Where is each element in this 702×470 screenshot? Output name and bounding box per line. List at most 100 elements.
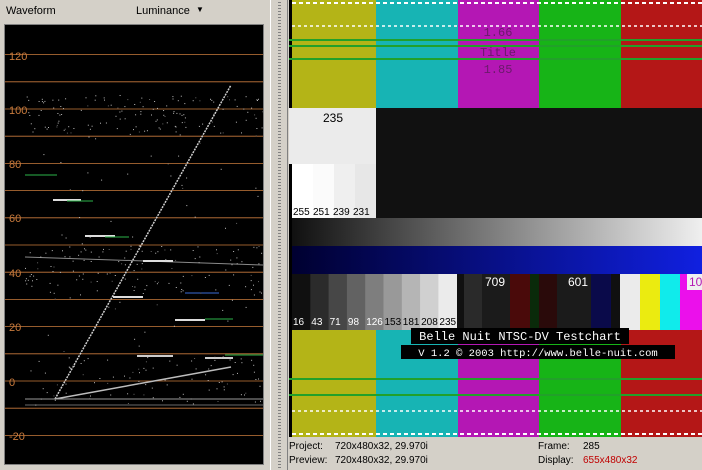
noise-dot [245, 286, 247, 288]
noise-dot [170, 175, 172, 177]
noise-dot [85, 249, 87, 251]
noise-dot [65, 392, 67, 394]
noise-dot [110, 394, 112, 396]
noise-dot [255, 379, 257, 380]
bar-red-top [621, 0, 702, 108]
chevron-down-icon[interactable]: ▼ [196, 5, 204, 14]
noise-dot [124, 106, 126, 108]
noise-dot [31, 285, 33, 287]
noise-dot [204, 277, 206, 278]
noise-dot [95, 138, 97, 140]
noise-dot [111, 280, 113, 282]
noise-dot [199, 100, 201, 102]
noise-dot [220, 132, 222, 134]
noise-dot [154, 101, 156, 102]
noise-dot [114, 308, 116, 310]
gray-step-label: 126 [366, 317, 383, 328]
noise-dot [132, 236, 134, 238]
noise-dot [177, 100, 179, 102]
bar-yellow-bottom [292, 330, 376, 437]
noise-dot [243, 108, 245, 110]
gray-ramp [292, 218, 702, 246]
noise-dot [44, 372, 46, 374]
noise-dot [114, 275, 116, 276]
noise-dot [202, 123, 204, 125]
noise-dot [259, 291, 261, 293]
noise-dot [83, 259, 85, 261]
noise-dot [211, 99, 213, 101]
noise-dot [186, 177, 188, 179]
noise-dot [225, 227, 226, 229]
noise-dot [80, 109, 82, 111]
noise-dot [104, 99, 105, 101]
noise-dot [121, 110, 123, 112]
noise-dot [261, 292, 262, 294]
gray-label-251: 251 [313, 207, 330, 218]
noise-dot [192, 250, 194, 251]
noise-dot [222, 356, 224, 358]
noise-dot [29, 115, 31, 116]
ref-yellow [640, 274, 660, 330]
noise-dot [175, 131, 177, 133]
noise-dot [166, 384, 168, 386]
noise-dot [182, 393, 184, 395]
noise-dot [105, 122, 107, 124]
noise-dot [64, 128, 66, 130]
noise-dot [245, 306, 247, 308]
overlay-1-85: 1.85 [484, 63, 513, 77]
noise-dot [184, 103, 186, 105]
noise-dot [233, 274, 235, 276]
noise-dot [244, 394, 245, 396]
noise-dot [108, 306, 110, 308]
noise-dot [89, 236, 91, 238]
gray-step-label: 71 [330, 317, 342, 328]
noise-dot [125, 250, 127, 252]
noise-dot [50, 266, 52, 267]
noise-dot [110, 104, 112, 106]
noise-dot [176, 112, 178, 114]
noise-dot [245, 392, 247, 394]
noise-dot [61, 234, 63, 236]
noise-dot [130, 248, 132, 250]
noise-dot [127, 173, 129, 175]
noise-dot [231, 299, 233, 301]
noise-dot [94, 99, 96, 101]
noise-dot [169, 360, 171, 362]
noise-dot [156, 304, 158, 306]
noise-dot [173, 325, 175, 327]
noise-dot [44, 100, 46, 102]
noise-dot [119, 301, 121, 303]
noise-dot [91, 125, 93, 127]
ref-white [620, 274, 640, 330]
panel-splitter[interactable] [270, 0, 288, 470]
label-601: 601 [568, 275, 588, 289]
splitter-grip[interactable] [278, 2, 281, 468]
noise-dot [74, 365, 75, 367]
noise-dot [207, 380, 209, 381]
noise-dot [216, 249, 217, 251]
noise-dot [161, 246, 163, 247]
luminance-mode-dropdown[interactable]: Luminance [136, 5, 190, 17]
noise-dot [183, 114, 185, 116]
noise-dot [181, 122, 183, 124]
noise-dot [144, 331, 146, 333]
noise-dot [231, 264, 233, 266]
noise-dot [138, 368, 140, 370]
noise-dot [261, 127, 263, 129]
waveform-scope: 120 100 80 60 40 20 0 -20 [4, 24, 264, 465]
noise-dot [234, 99, 236, 101]
noise-dot [133, 393, 135, 395]
noise-dot [106, 273, 108, 275]
testchart-canvas: 1.66 Title 1.85 235 255 251 239 231 16 4… [289, 0, 702, 437]
waveform-graticule [5, 54, 263, 436]
noise-dot [208, 368, 210, 370]
noise-dot [222, 132, 224, 134]
noise-dot [107, 105, 109, 107]
noise-dot [58, 99, 60, 101]
noise-dot [213, 101, 215, 103]
noise-dot [150, 155, 152, 157]
noise-dot [26, 96, 28, 98]
noise-dot [164, 249, 166, 251]
gray-label-255: 255 [293, 207, 310, 218]
noise-dot [216, 253, 218, 255]
